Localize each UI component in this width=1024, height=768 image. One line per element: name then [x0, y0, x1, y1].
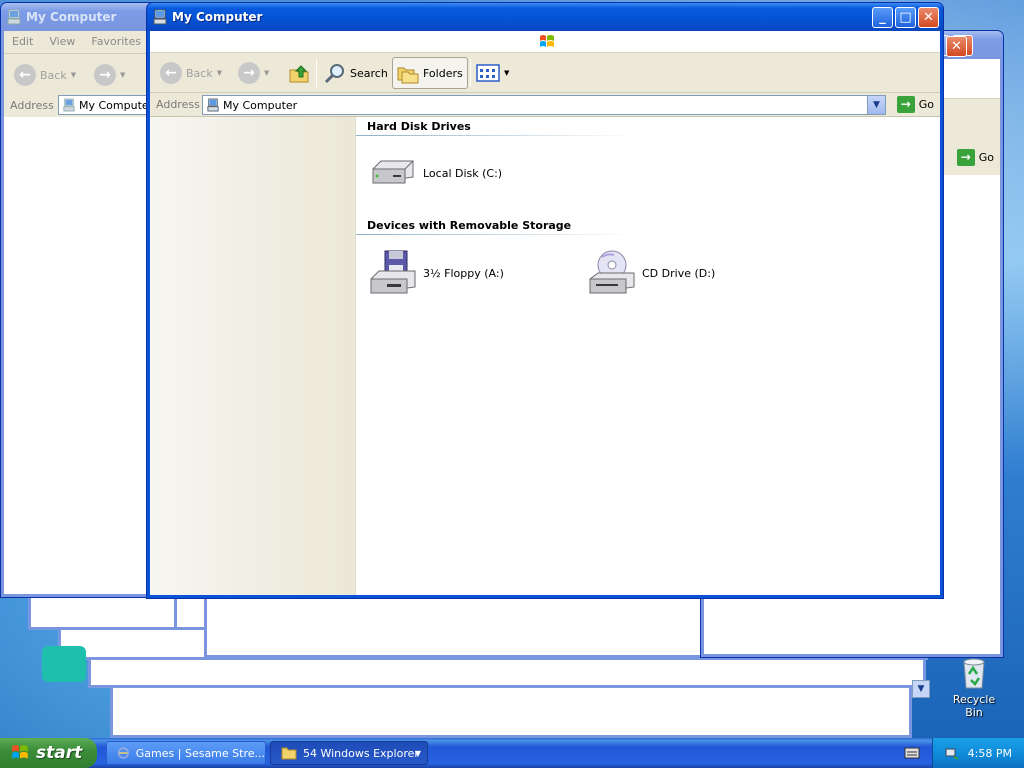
toolbar: ← Back ▼ → ▼ Search Folders ▼: [150, 53, 940, 93]
bg-close-button[interactable]: ✕: [946, 36, 967, 57]
back-button[interactable]: ← Back ▼: [156, 57, 226, 89]
views-dropdown-icon: ▼: [504, 69, 510, 77]
window-client: ← Back ▼ → ▼ Search Folders ▼ Address My…: [150, 31, 940, 595]
menu-favorites[interactable]: Favorites: [91, 35, 141, 48]
bg-window-left-titlebar[interactable]: My Computer: [1, 3, 159, 31]
recycle-bin-label: Recycle Bin: [952, 693, 996, 719]
minimize-button[interactable]: _: [872, 7, 893, 28]
folders-icon: [397, 67, 419, 84]
my-computer-icon: [63, 98, 75, 112]
maximize-button[interactable]: □: [895, 7, 916, 28]
start-button[interactable]: start: [0, 738, 97, 768]
address-dropdown-button[interactable]: ▼: [867, 96, 885, 114]
my-computer-icon: [7, 9, 21, 25]
task-pane: [150, 117, 356, 595]
forward-arrow-icon: →: [238, 62, 260, 84]
back-arrow-icon: ←: [14, 64, 36, 86]
windows-logo-icon: [12, 745, 28, 759]
hard-disk-icon: [372, 160, 414, 184]
windows-logo-icon: [540, 35, 554, 47]
folders-button[interactable]: Folders: [392, 57, 468, 89]
keyboard-icon[interactable]: [904, 746, 920, 760]
address-field[interactable]: My Computer ▼: [202, 95, 886, 115]
bg-window-left[interactable]: My Computer Edit View Favorites ← Back ▼…: [0, 2, 160, 598]
forward-button[interactable]: → ▼: [234, 57, 273, 89]
content-area: Hard Disk Drives Local Disk (C:) Devices…: [150, 117, 940, 595]
address-label: Address: [10, 99, 54, 112]
group-heading-removable: Devices with Removable Storage: [367, 219, 572, 232]
address-value: My Computer: [223, 98, 298, 112]
bg-game-thumbnail: [42, 646, 86, 682]
address-label: Address: [156, 98, 200, 111]
drive-label: CD Drive (D:): [642, 266, 716, 280]
group-divider: [356, 234, 636, 235]
back-arrow-icon: ←: [160, 62, 182, 84]
search-icon: [324, 64, 344, 84]
forward-arrow-icon: →: [94, 64, 116, 86]
close-button[interactable]: ✕: [918, 7, 939, 28]
menu-edit[interactable]: Edit: [12, 35, 33, 48]
clock[interactable]: 4:58 PM: [968, 747, 1012, 760]
address-field[interactable]: My Computer: [58, 95, 159, 115]
my-computer-icon: [207, 98, 219, 112]
search-button[interactable]: Search: [320, 57, 392, 89]
drive-item-local-disk[interactable]: Local Disk (C:): [369, 157, 502, 189]
up-folder-icon: [289, 65, 309, 83]
back-button[interactable]: ← Back ▼: [10, 59, 80, 91]
floppy-drive-icon: [370, 250, 416, 294]
cd-drive-icon: [589, 250, 635, 294]
window-titlebar[interactable]: My Computer _ □ ✕: [147, 3, 943, 31]
drive-label: Local Disk (C:): [423, 166, 503, 180]
internet-explorer-icon: [117, 747, 129, 759]
drive-item-floppy[interactable]: 3½ Floppy (A:): [369, 249, 504, 297]
drive-item-cd[interactable]: CD Drive (D:): [588, 249, 715, 297]
menu-bar: [150, 31, 940, 53]
network-icon[interactable]: [944, 745, 960, 761]
drive-label: 3½ Floppy (A:): [423, 266, 504, 280]
folder-icon: [281, 747, 297, 760]
bg-window-left-client: Edit View Favorites ← Back ▼ → ▼ Address…: [4, 31, 159, 594]
taskbar-item-explorer-group[interactable]: 54 Windows Explorer ▼: [270, 741, 428, 765]
forward-dropdown-icon: ▼: [264, 69, 270, 77]
go-button[interactable]: → Go: [896, 96, 934, 113]
forward-button[interactable]: → ▼: [90, 59, 129, 91]
group-heading-hard-disks: Hard Disk Drives: [367, 120, 471, 133]
system-tray: 4:58 PM: [932, 738, 1024, 768]
taskbar-item-games[interactable]: Games | Sesame Stre...: [106, 741, 266, 765]
group-divider: [356, 135, 636, 136]
views-button[interactable]: ▼: [472, 57, 513, 89]
go-button[interactable]: → Go: [956, 149, 994, 166]
window-title: My Computer: [172, 10, 263, 24]
go-arrow-icon: →: [956, 149, 975, 166]
menu-bar: Edit View Favorites: [12, 35, 141, 48]
back-dropdown-icon: ▼: [216, 69, 223, 77]
menu-view[interactable]: View: [49, 35, 75, 48]
up-folder-button[interactable]: [284, 57, 314, 89]
address-bar: Address My Computer ▼ → Go: [150, 93, 940, 117]
bg-scroll-down[interactable]: ▼: [912, 680, 930, 698]
recycle-bin-icon: [963, 658, 985, 689]
taskbar: start Games | Sesame Stre... 54 Windows …: [0, 738, 1024, 768]
views-icon: [476, 64, 500, 82]
recycle-bin[interactable]: Recycle Bin: [944, 656, 1004, 719]
go-arrow-icon: →: [896, 96, 915, 113]
my-computer-window[interactable]: My Computer _ □ ✕ ← Back ▼ → ▼ Search Fo…: [146, 2, 944, 599]
group-dropdown-icon: ▼: [414, 748, 421, 758]
my-computer-icon: [153, 9, 167, 25]
